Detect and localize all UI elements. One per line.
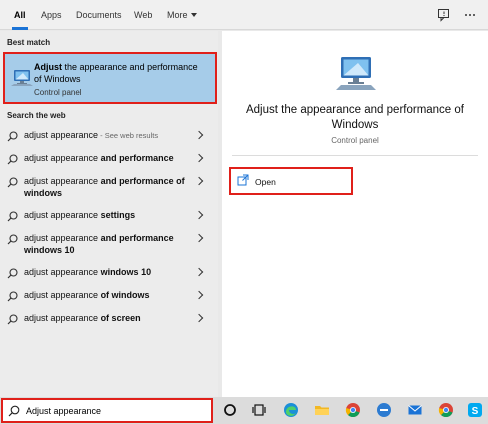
tab-more[interactable]: More — [167, 0, 197, 30]
remote-desktop-icon[interactable] — [376, 402, 392, 418]
web-suggestion-text: adjust appearance of windows — [24, 289, 192, 301]
chevron-right-icon — [194, 176, 204, 186]
results-pane: Best match Adjust the appearance and per… — [0, 31, 218, 397]
web-suggestion-text: adjust appearance and performance of win… — [24, 175, 192, 199]
search-tab-bar: All Apps Documents Web More — [0, 0, 488, 30]
open-label: Open — [255, 177, 276, 187]
cortana-icon[interactable] — [222, 402, 238, 418]
tab-all[interactable]: All — [12, 0, 27, 30]
suggestion-plain: adjust appearance — [24, 153, 101, 163]
web-suggestion[interactable]: adjust appearance - See web results — [0, 129, 218, 145]
suggestion-bold: windows 10 — [100, 267, 152, 277]
search-icon — [7, 211, 18, 222]
suggestion-plain: adjust appearance — [24, 210, 101, 220]
suggestion-bold: settings — [100, 210, 136, 220]
search-icon — [7, 268, 18, 279]
best-match-title: Adjust the appearance and performance of… — [34, 61, 204, 85]
best-match-heading: Best match — [7, 38, 51, 47]
chevron-right-icon — [194, 153, 204, 163]
web-suggestion[interactable]: adjust appearance settings — [0, 209, 218, 225]
web-suggestion[interactable]: adjust appearance and performance — [0, 152, 218, 168]
web-suggestion-text: adjust appearance settings — [24, 209, 192, 221]
more-options-icon[interactable] — [463, 8, 477, 22]
chevron-right-icon — [194, 210, 204, 220]
open-button[interactable]: Open — [229, 167, 353, 195]
web-suggestion-text: adjust appearance and performance window… — [24, 232, 192, 256]
divider — [232, 155, 478, 156]
search-icon — [7, 177, 18, 188]
chevron-down-icon — [190, 13, 197, 17]
search-icon — [7, 234, 18, 245]
search-web-heading: Search the web — [7, 111, 66, 120]
web-suggestion-text: adjust appearance windows 10 — [24, 266, 192, 278]
web-suggestion-text: adjust appearance of screen — [24, 312, 192, 324]
skype-icon[interactable]: S — [467, 402, 483, 418]
web-suggestion[interactable]: adjust appearance windows 10 — [0, 266, 218, 282]
suggestion-plain: adjust appearance — [24, 313, 101, 323]
chevron-right-icon — [194, 130, 204, 140]
chrome-icon[interactable] — [438, 402, 454, 418]
suggestion-plain: adjust appearance — [24, 130, 99, 140]
suggestion-plain: adjust appearance — [24, 267, 101, 277]
web-suggestion[interactable]: adjust appearance of windows — [0, 289, 218, 305]
tab-apps[interactable]: Apps — [41, 0, 62, 30]
suggestion-bold: of windows — [100, 290, 150, 300]
mail-icon[interactable] — [407, 402, 423, 418]
search-icon — [7, 131, 18, 142]
search-icon — [8, 405, 20, 417]
computer-monitor-icon — [336, 57, 376, 90]
file-explorer-icon[interactable] — [314, 402, 330, 418]
open-icon — [237, 174, 249, 186]
web-suggestion[interactable]: adjust appearance of screen — [0, 312, 218, 328]
tab-web[interactable]: Web — [134, 0, 152, 30]
web-suggestion-text: adjust appearance - See web results — [24, 129, 192, 142]
search-input-value: Adjust appearance — [26, 406, 102, 416]
detail-pane: Adjust the appearance and performance of… — [222, 31, 488, 397]
chevron-right-icon — [194, 233, 204, 243]
feedback-icon[interactable] — [437, 8, 451, 22]
computer-monitor-icon — [11, 70, 33, 86]
task-view-icon[interactable] — [251, 402, 267, 418]
search-icon — [7, 154, 18, 165]
chevron-right-icon — [194, 267, 204, 277]
search-icon — [7, 314, 18, 325]
search-icon — [7, 291, 18, 302]
suggestion-hint: - See web results — [98, 131, 159, 140]
suggestion-plain: adjust appearance — [24, 176, 101, 186]
chrome-icon[interactable] — [345, 402, 361, 418]
edge-icon[interactable] — [283, 402, 299, 418]
chevron-right-icon — [194, 290, 204, 300]
detail-subtitle: Control panel — [331, 136, 379, 145]
tab-documents[interactable]: Documents — [76, 0, 122, 30]
web-suggestion[interactable]: adjust appearance and performance of win… — [0, 175, 218, 201]
svg-text:S: S — [472, 406, 479, 417]
chevron-right-icon — [194, 313, 204, 323]
detail-title: Adjust the appearance and performance of… — [245, 104, 464, 131]
suggestion-bold: of screen — [100, 313, 141, 323]
web-suggestion[interactable]: adjust appearance and performance window… — [0, 232, 218, 258]
search-input[interactable]: Adjust appearance — [1, 398, 213, 423]
suggestion-bold: and performance — [100, 153, 174, 163]
best-match-subtitle: Control panel — [34, 88, 82, 97]
tab-more-label: More — [167, 10, 188, 20]
web-suggestion-text: adjust appearance and performance — [24, 152, 192, 164]
best-match-result[interactable]: Adjust the appearance and performance of… — [3, 52, 217, 104]
best-match-title-bold: Adjust — [34, 62, 62, 72]
taskbar: Adjust appearance S — [0, 397, 488, 424]
suggestion-plain: adjust appearance — [24, 233, 101, 243]
suggestion-plain: adjust appearance — [24, 290, 101, 300]
